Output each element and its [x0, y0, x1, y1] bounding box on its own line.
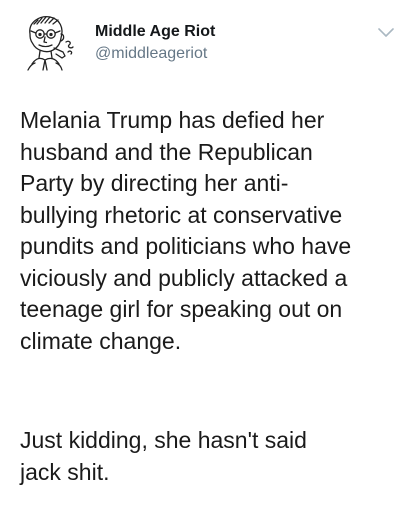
tweet-text-line: bullying rhetoric at conservative	[20, 201, 343, 228]
author-handle[interactable]: @middleageriot	[95, 44, 207, 64]
tweet-text-line: Party by directing her anti-	[20, 170, 289, 196]
chevron-down-icon	[378, 28, 394, 37]
tweet-card: Middle Age Riot @middleageriot Melania T…	[0, 0, 416, 509]
tweet-menu-button[interactable]	[377, 26, 395, 38]
tweet-text-line: pundits and politicians who have	[20, 233, 352, 259]
tweet-text-line: Just kidding, she hasn't said	[20, 427, 307, 453]
tweet-text-line: jack shit.	[20, 458, 110, 485]
tweet-text-line: Melania Trump has defied her	[20, 107, 325, 133]
author-name[interactable]: Middle Age Riot	[95, 22, 215, 42]
tweet-text-paragraph-1: Melania Trump has defied her husband and…	[20, 105, 405, 357]
tweet-text-line: teenage girl for speaking out on	[20, 296, 343, 322]
tweet-text-paragraph-2: Just kidding, she hasn't said jack shit.	[20, 425, 405, 488]
tweet-text-line: husband and the Republican	[20, 138, 313, 165]
tweet-text-line: viciously and publicly attacked a	[20, 264, 348, 291]
avatar[interactable]	[18, 12, 78, 72]
tweet-text-line: climate change.	[20, 327, 182, 354]
cartoon-man-avatar-icon	[27, 16, 74, 71]
